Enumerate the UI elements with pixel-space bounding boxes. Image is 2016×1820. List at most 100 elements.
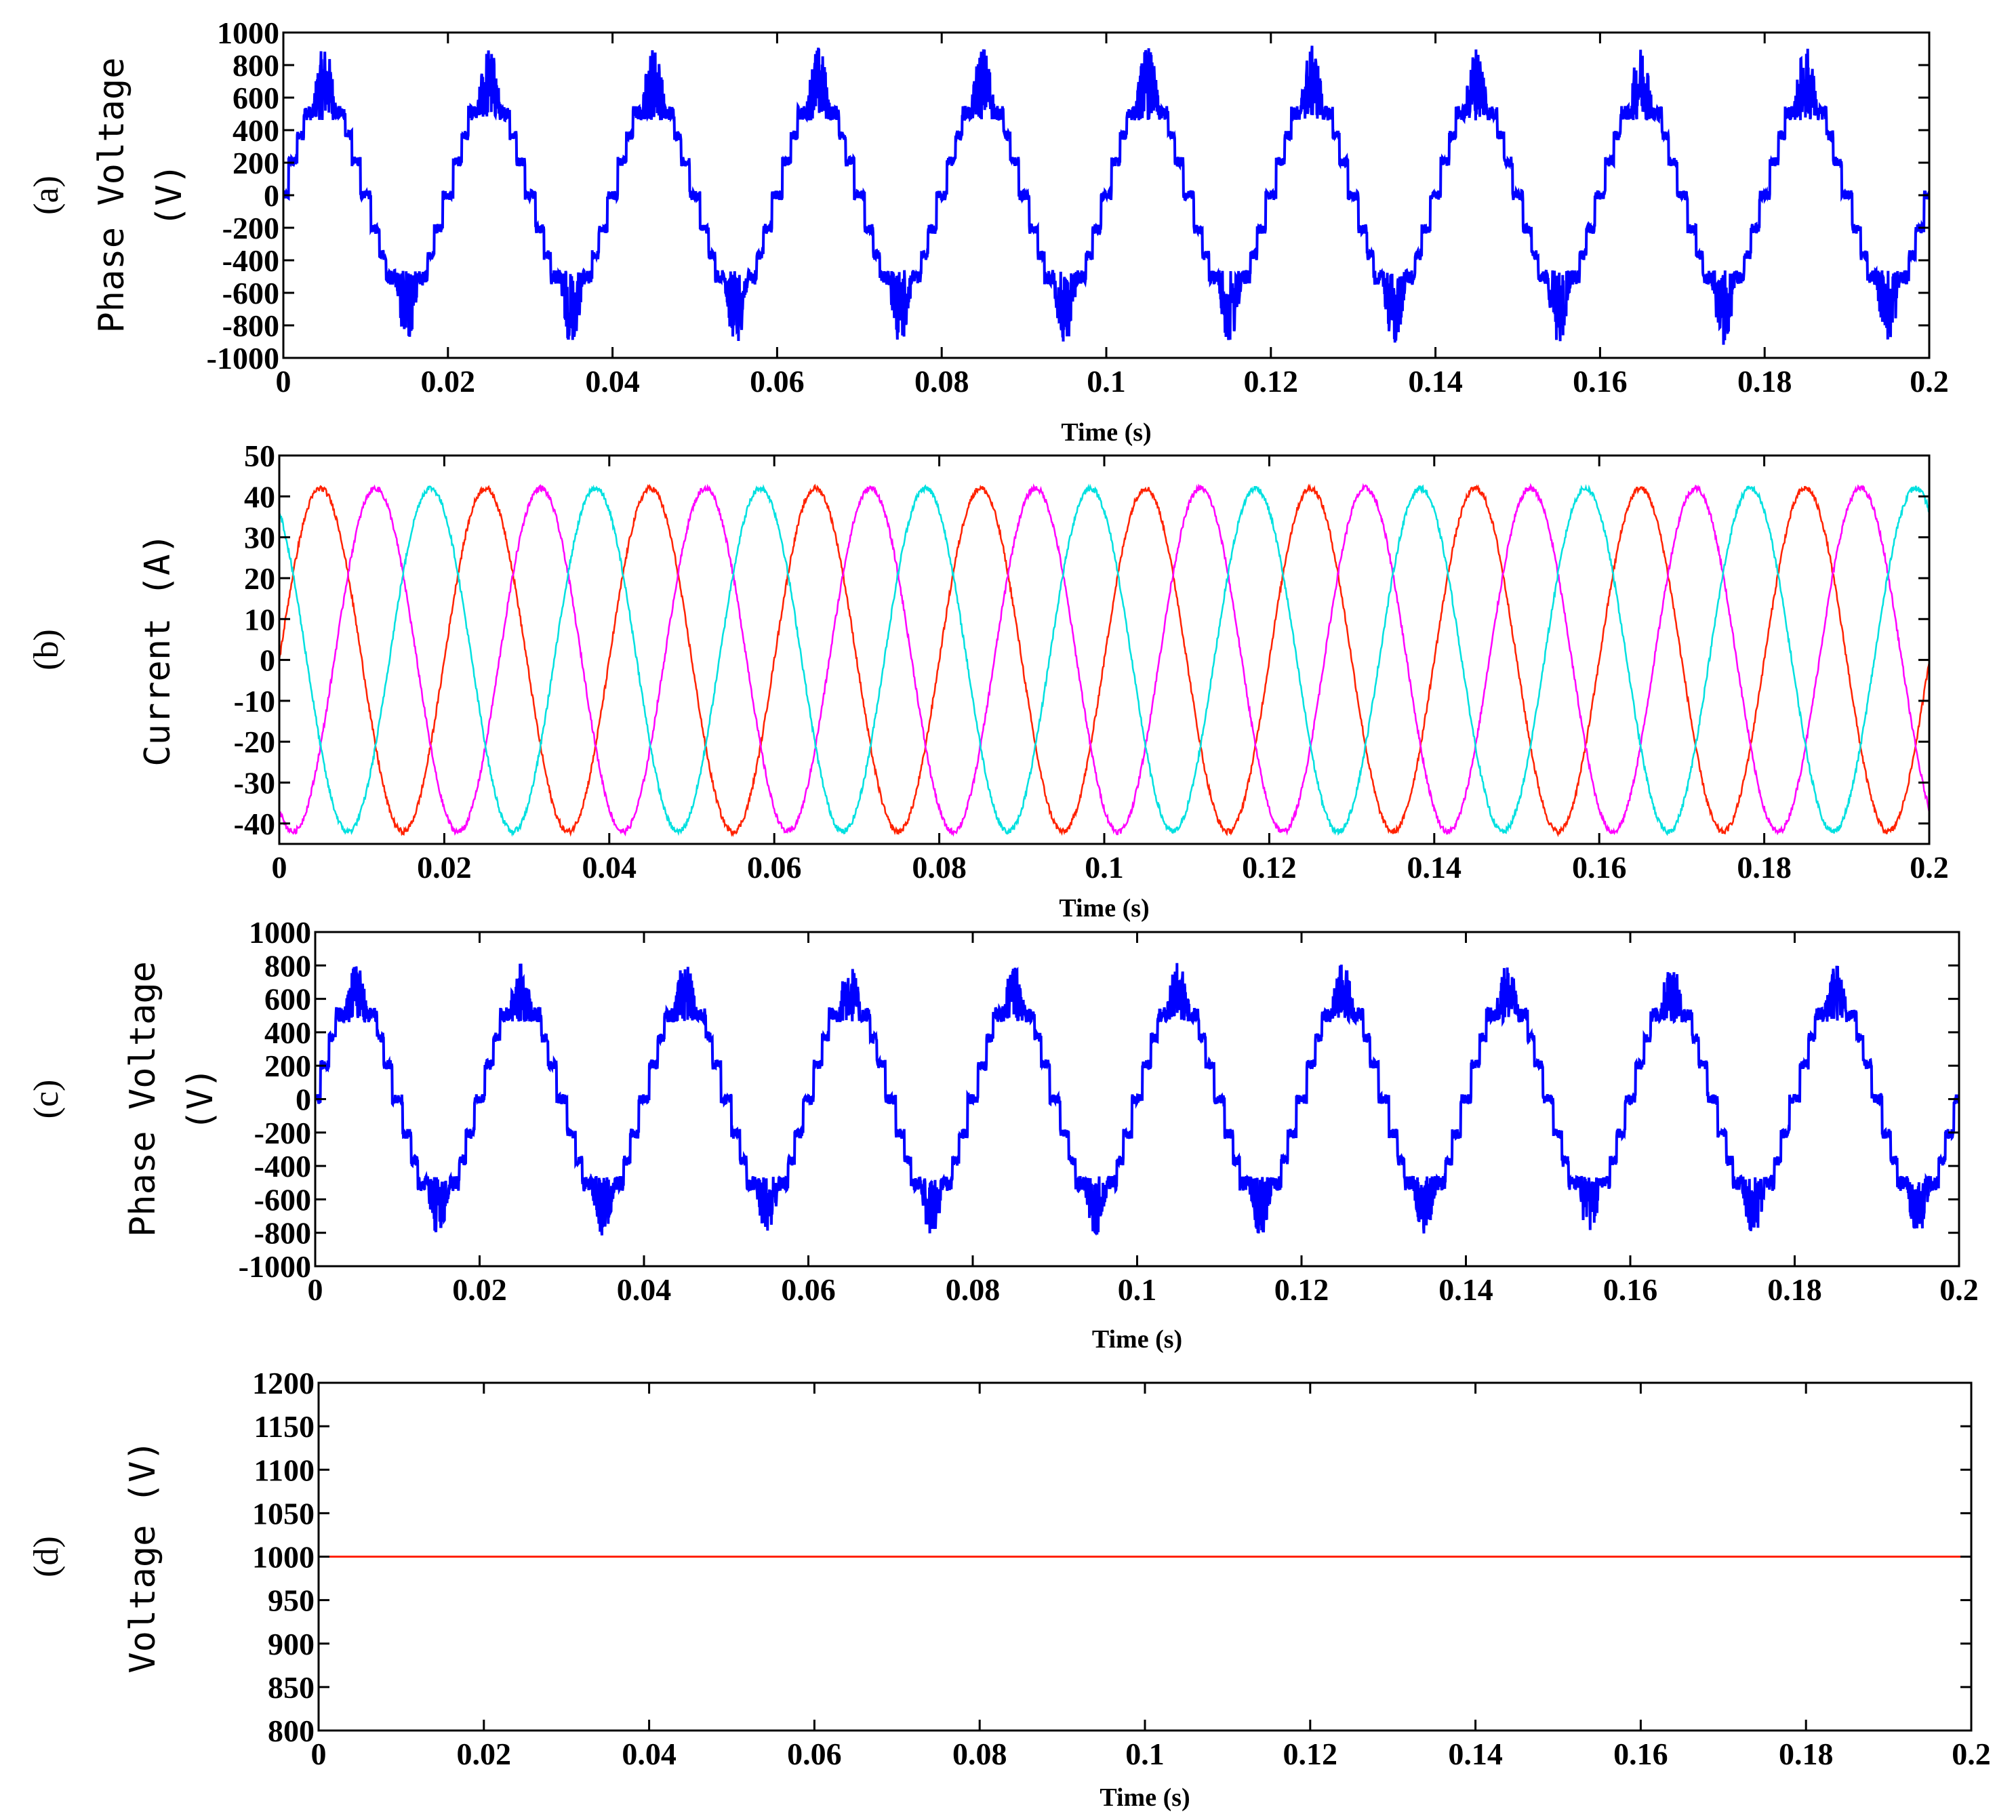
- chart-panel-2: 0 0.02 0.04 0.06 0.08 0.1 0.12 0.14 0.16 0.18 0.2 1…: [27, 915, 1979, 1354]
- y-axis-label: (V): [149, 163, 190, 227]
- x-tick-label: 0.02: [452, 1272, 507, 1307]
- y-tick-label: 950: [268, 1583, 315, 1618]
- x-tick-label: 0.08: [912, 850, 967, 885]
- y-tick-label: -20: [234, 725, 275, 759]
- x-tick-label: 0.1: [1087, 364, 1126, 399]
- y-tick-label: -400: [254, 1149, 311, 1184]
- x-tick-label: 0.18: [1779, 1737, 1834, 1771]
- y-axis-label: Phase Voltage: [123, 961, 163, 1237]
- y-tick-label: 1150: [254, 1409, 315, 1444]
- series-line-0: [283, 45, 1929, 345]
- y-tick-label: 1000: [249, 915, 311, 950]
- y-tick-label: -800: [254, 1216, 311, 1251]
- y-tick-label: 20: [244, 561, 275, 596]
- y-axis-label: Phase Voltage: [92, 58, 132, 333]
- x-tick-label: 0.12: [1283, 1737, 1338, 1771]
- x-tick-label: 0.16: [1613, 1737, 1668, 1771]
- y-tick-label: 600: [264, 982, 311, 1017]
- y-tick-label: 40: [244, 479, 275, 514]
- y-tick-label: -40: [234, 807, 275, 841]
- x-tick-label: 0.06: [750, 364, 805, 399]
- x-axis-label: Time (s): [1059, 894, 1149, 923]
- y-tick-label: 200: [264, 1049, 311, 1083]
- y-tick-label: -30: [234, 766, 275, 801]
- y-tick-label: 800: [264, 948, 311, 983]
- y-axis-label: Voltage (V): [123, 1440, 163, 1673]
- y-tick-label: -600: [222, 276, 279, 310]
- x-tick-label: 0.1: [1118, 1272, 1157, 1307]
- x-tick-label: 0.18: [1737, 364, 1792, 399]
- x-tick-label: 0.04: [622, 1737, 677, 1771]
- y-tick-label: -1000: [207, 341, 279, 376]
- x-tick-label: 0.12: [1242, 850, 1297, 885]
- y-tick-label: 1100: [254, 1453, 315, 1487]
- x-tick-label: 0.06: [747, 850, 802, 885]
- x-tick-label: 0.14: [1438, 1272, 1493, 1307]
- chart-panel-3: 0 0.02 0.04 0.06 0.08 0.1 0.12 0.14 0.16 0.18 0.21…: [27, 1366, 1991, 1812]
- x-axis-label: Time (s): [1100, 1783, 1190, 1812]
- y-tick-label: 0: [296, 1083, 311, 1117]
- x-axis-label: Time (s): [1061, 418, 1151, 447]
- y-tick-label: 30: [244, 521, 275, 555]
- x-tick-label: 0.08: [952, 1737, 1007, 1771]
- plot-area: [315, 963, 1959, 1236]
- y-tick-label: 10: [244, 602, 275, 636]
- x-tick-label: 0.02: [421, 364, 476, 399]
- y-axis-label: (V): [180, 1068, 221, 1131]
- chart-panel-1: 0 0.02 0.04 0.06 0.08 0.1 0.12 0.14 0.16 0.18 0.2 5…: [27, 439, 1949, 923]
- panel-label: (a): [27, 176, 66, 215]
- y-tick-label: 1000: [252, 1540, 315, 1575]
- y-tick-label: -200: [254, 1116, 311, 1150]
- panel-label: (b): [27, 629, 66, 670]
- y-tick-label: 400: [264, 1015, 311, 1050]
- y-tick-label: -200: [222, 211, 279, 245]
- y-tick-label: 800: [268, 1714, 315, 1748]
- x-tick-label: 0.2: [1910, 364, 1949, 399]
- x-tick-label: 0.1: [1085, 850, 1124, 885]
- chart-panel-0: 0 0.02 0.04 0.06 0.08 0.1 0.12 0.14 0.16 0.18 0.2 1…: [27, 16, 1949, 447]
- y-tick-label: -1000: [239, 1249, 311, 1284]
- y-tick-label: -600: [254, 1182, 311, 1217]
- x-tick-label: 0.02: [457, 1737, 512, 1771]
- y-tick-label: 0: [264, 178, 279, 213]
- x-tick-label: 0.14: [1448, 1737, 1503, 1771]
- x-tick-label: 0.02: [417, 850, 472, 885]
- x-tick-label: 0.2: [1910, 850, 1949, 885]
- figure: 0 0.02 0.04 0.06 0.08 0.1 0.12 0.14 0.16 0.18 0.2 1…: [27, 16, 1991, 1812]
- x-tick-label: 0.16: [1603, 1272, 1658, 1307]
- x-tick-label: 0.12: [1244, 364, 1299, 399]
- x-tick-label: 0.04: [617, 1272, 672, 1307]
- y-tick-label: -800: [222, 308, 279, 343]
- y-tick-label: 600: [233, 81, 279, 115]
- y-tick-label: 0: [260, 643, 275, 678]
- plot-area: [283, 45, 1929, 345]
- y-tick-label: 1200: [252, 1366, 315, 1400]
- y-tick-label: -400: [222, 243, 279, 278]
- y-axis-label: Current (A): [138, 533, 178, 766]
- y-tick-label: 850: [268, 1670, 315, 1705]
- y-tick-label: 50: [244, 439, 275, 473]
- x-tick-label: 0.16: [1572, 850, 1627, 885]
- panel-label: (c): [27, 1080, 66, 1119]
- x-axis-label: Time (s): [1092, 1325, 1182, 1354]
- y-tick-label: 800: [233, 48, 279, 83]
- y-tick-label: 200: [233, 146, 279, 180]
- x-tick-label: 0.14: [1407, 850, 1462, 885]
- x-tick-label: 0.1: [1125, 1737, 1165, 1771]
- y-tick-label: 1000: [217, 16, 279, 50]
- series-line-0: [315, 963, 1959, 1236]
- x-tick-label: 0.08: [946, 1272, 1001, 1307]
- x-tick-label: 0.2: [1939, 1272, 1979, 1307]
- plot-area: [279, 483, 1929, 838]
- x-tick-label: 0.12: [1274, 1272, 1329, 1307]
- y-tick-label: -10: [234, 684, 275, 719]
- series-line-0: [279, 483, 1929, 838]
- x-tick-label: 0.06: [787, 1737, 842, 1771]
- y-tick-label: 400: [233, 113, 279, 148]
- x-tick-label: 0.18: [1767, 1272, 1822, 1307]
- x-tick-label: 0.08: [914, 364, 969, 399]
- y-tick-label: 900: [268, 1627, 315, 1661]
- x-tick-label: 0.14: [1408, 364, 1463, 399]
- x-tick-label: 0.04: [582, 850, 637, 885]
- x-tick-label: 0.2: [1952, 1737, 1991, 1771]
